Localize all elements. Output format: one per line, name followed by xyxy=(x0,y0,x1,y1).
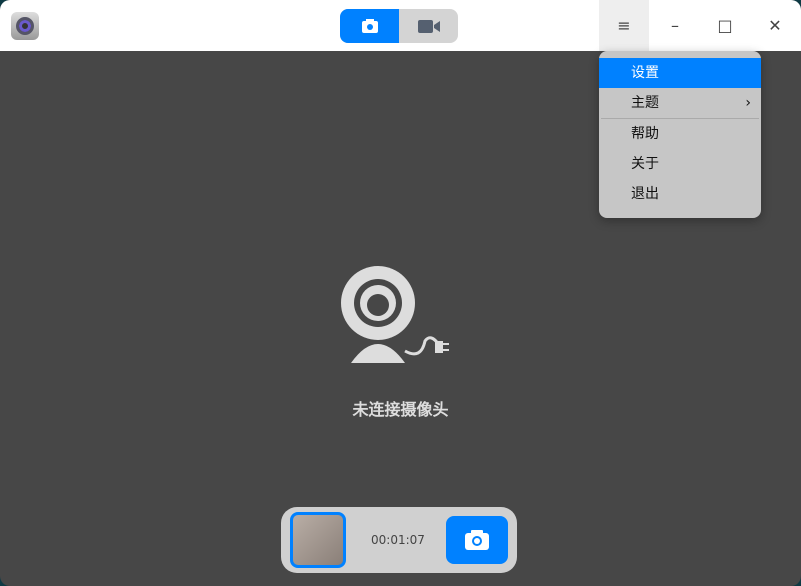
main-menu: 设置 主题 › 帮助 关于 退出 xyxy=(599,51,761,218)
camera-window: ≡ – □ ✕ 未连接摄像头 00:01:07 设置 主题 › 帮助 关于 退出 xyxy=(0,0,801,586)
mode-switch xyxy=(340,9,458,43)
no-camera-message: 未连接摄像头 xyxy=(352,400,449,419)
maximize-icon: □ xyxy=(717,16,733,35)
menu-item-help[interactable]: 帮助 xyxy=(599,119,761,149)
menu-button[interactable]: ≡ xyxy=(599,0,649,51)
close-button[interactable]: ✕ xyxy=(750,0,800,51)
menu-item-label: 主题 xyxy=(631,95,659,111)
menu-item-theme[interactable]: 主题 › xyxy=(599,88,761,118)
video-mode-button[interactable] xyxy=(399,9,458,43)
menu-item-about[interactable]: 关于 xyxy=(599,149,761,179)
video-camera-icon xyxy=(417,20,440,33)
last-capture-thumbnail[interactable] xyxy=(290,512,346,568)
minimize-button[interactable]: – xyxy=(650,0,700,51)
webcam-unplugged-icon xyxy=(340,266,449,363)
chevron-right-icon: › xyxy=(745,95,751,111)
no-camera-illustration xyxy=(0,265,801,369)
close-icon: ✕ xyxy=(768,16,782,35)
bottom-toolbar: 00:01:07 xyxy=(281,507,517,573)
menu-item-exit[interactable]: 退出 xyxy=(599,179,761,209)
photo-mode-button[interactable] xyxy=(340,9,399,43)
maximize-button[interactable]: □ xyxy=(700,0,750,51)
titlebar: ≡ – □ ✕ xyxy=(0,0,801,51)
recording-timer: 00:01:07 xyxy=(371,533,425,547)
menu-item-settings[interactable]: 设置 xyxy=(599,58,761,88)
take-photo-button[interactable] xyxy=(446,516,508,564)
camera-icon xyxy=(361,19,378,33)
menu-icon: ≡ xyxy=(617,16,631,35)
camera-icon xyxy=(465,530,489,550)
app-icon xyxy=(11,12,39,40)
minimize-icon: – xyxy=(671,16,679,35)
